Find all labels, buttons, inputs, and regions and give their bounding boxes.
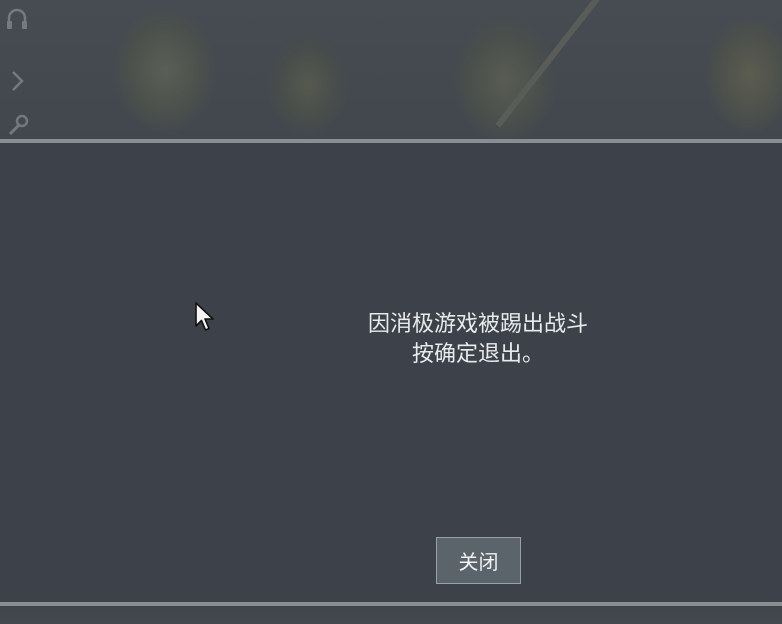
close-button[interactable]: 关闭 <box>436 537 521 584</box>
side-toolbar <box>0 0 34 140</box>
kicked-dialog: 因消极游戏被踢出战斗 按确定退出。 关闭 <box>0 139 782 606</box>
wrench-icon[interactable] <box>4 112 30 138</box>
chevron-right-icon[interactable] <box>4 68 30 94</box>
message-line-1: 因消极游戏被踢出战斗 <box>367 312 588 337</box>
message-line-2: 按确定退出。 <box>411 342 544 367</box>
background-artwork <box>0 0 782 140</box>
dialog-message: 因消极游戏被踢出战斗 按确定退出。 <box>320 310 636 370</box>
background-bottom-strip <box>0 606 782 624</box>
game-screen: 因消极游戏被踢出战斗 按确定退出。 关闭 <box>0 0 782 624</box>
headset-icon[interactable] <box>4 6 30 32</box>
mouse-cursor-icon <box>195 302 214 331</box>
